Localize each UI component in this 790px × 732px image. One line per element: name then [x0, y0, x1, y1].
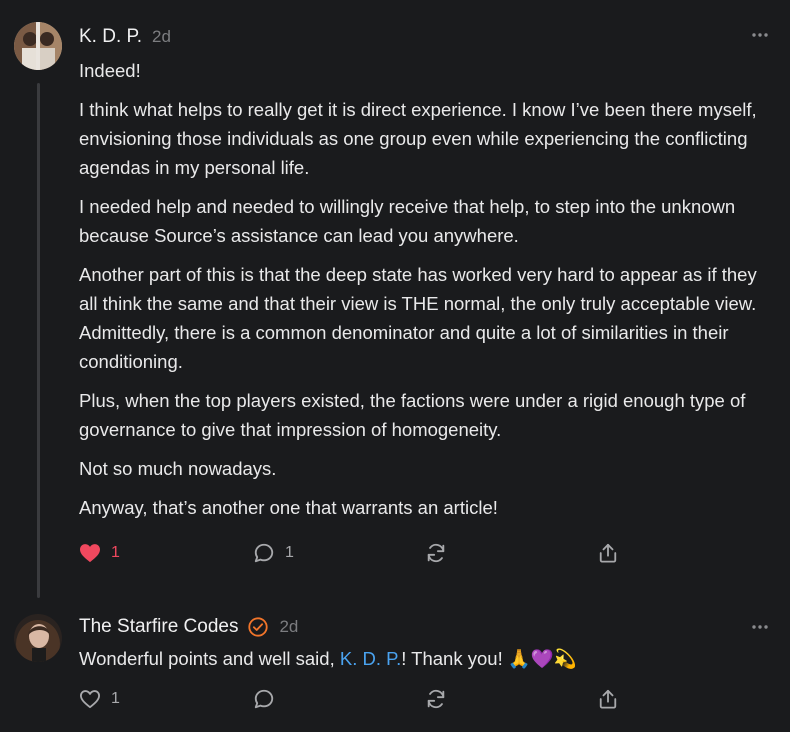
more-options-button[interactable] — [750, 617, 770, 637]
comment-bubble-icon — [254, 543, 274, 563]
comment-header: K. D. P. 2d — [79, 23, 171, 51]
comment-body: Wonderful points and well said, K. D. P.… — [79, 644, 779, 683]
comment-body: Indeed! I think what helps to really get… — [79, 56, 779, 532]
restack-icon — [427, 689, 445, 709]
timestamp[interactable]: 2d — [279, 617, 298, 637]
comment-paragraph: I needed help and needed to willingly re… — [79, 196, 736, 246]
heart-outline-icon — [80, 690, 100, 709]
restack-button[interactable] — [425, 686, 447, 712]
comment-paragraph: Another part of this is that the deep st… — [79, 264, 757, 372]
verified-badge — [247, 616, 269, 638]
comment: The Starfire Codes 2d Wonderful points a… — [0, 600, 790, 732]
comment: K. D. P. 2d Indeed! I think what helps t… — [0, 0, 790, 598]
share-icon — [599, 689, 617, 709]
comment-header: The Starfire Codes 2d — [79, 613, 298, 641]
like-count: 1 — [111, 690, 120, 707]
share-icon — [599, 543, 617, 563]
comment-paragraph: Plus, when the top players existed, the … — [79, 390, 746, 440]
more-options-button[interactable] — [750, 25, 770, 45]
comment-paragraph: Wonderful points and well said, K. D. P.… — [79, 644, 779, 673]
author-name[interactable]: The Starfire Codes — [79, 616, 238, 638]
heart-filled-icon — [80, 544, 100, 563]
avatar[interactable] — [14, 614, 62, 662]
share-button[interactable] — [598, 686, 618, 712]
comment-text: Wonderful points and well said, — [79, 648, 340, 669]
like-button[interactable]: 1 — [79, 686, 120, 712]
restack-button[interactable] — [425, 540, 447, 566]
verified-check-icon — [248, 617, 269, 637]
comment-actions: 1 1 — [79, 540, 639, 566]
comment-paragraph: Anyway, that’s another one that warrants… — [79, 497, 498, 518]
reply-count: 1 — [285, 544, 294, 561]
comment-paragraph: I think what helps to really get it is d… — [79, 99, 757, 178]
thread-line — [37, 83, 40, 598]
comment-paragraph: Not so much nowadays. — [79, 458, 277, 479]
comment-actions: 1 — [79, 686, 639, 712]
share-button[interactable] — [598, 540, 618, 566]
author-name[interactable]: K. D. P. — [79, 26, 142, 48]
more-horizontal-icon — [752, 33, 768, 37]
mention-link[interactable]: K. D. P. — [340, 648, 401, 669]
comment-paragraph: Indeed! — [79, 60, 141, 81]
reply-button[interactable] — [253, 686, 275, 712]
reply-button[interactable]: 1 — [253, 540, 294, 566]
restack-icon — [427, 543, 445, 563]
avatar[interactable] — [14, 22, 62, 70]
comment-bubble-icon — [254, 689, 274, 709]
comment-text: ! Thank you! 🙏💜💫 — [401, 648, 577, 669]
like-button[interactable]: 1 — [79, 540, 120, 566]
like-count: 1 — [111, 544, 120, 561]
timestamp[interactable]: 2d — [152, 27, 171, 47]
more-horizontal-icon — [752, 625, 768, 629]
